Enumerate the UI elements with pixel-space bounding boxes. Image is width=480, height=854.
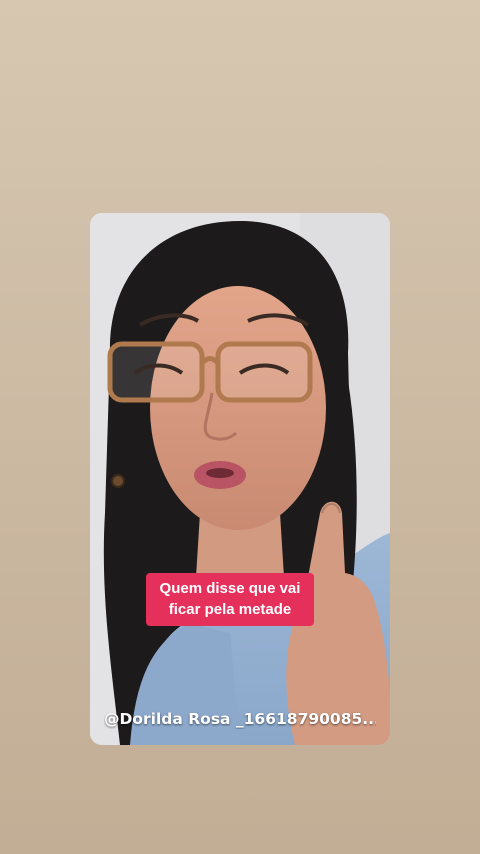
video-person-illustration [90, 213, 390, 745]
caption-line-1: Quem disse que vai [159, 580, 301, 597]
caption-sticker: Quem disse que vai ficar pela metade [146, 573, 314, 626]
story-video-frame[interactable] [90, 213, 390, 745]
caption-line-2: ficar pela metade [168, 601, 292, 618]
user-mention-link[interactable]: @Dorilda Rosa _16618790085... [104, 709, 376, 729]
